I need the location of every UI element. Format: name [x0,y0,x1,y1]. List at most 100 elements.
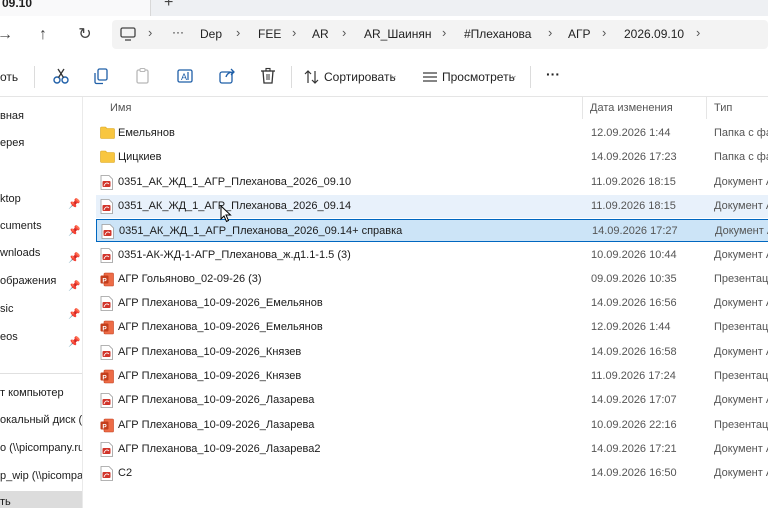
sidebar-item-network[interactable]: ть [0,491,82,508]
paste-icon[interactable] [134,67,152,85]
file-type: Документ А [714,175,768,188]
sidebar-item-this-pc[interactable]: т компьютер [0,382,82,404]
sidebar-item-home[interactable]: вная [0,105,82,127]
file-name: АГР Плеханова_10-09-2026_Лазарева [118,394,315,407]
breadcrumb-more[interactable]: ··· [172,25,184,39]
sidebar-item-downloads[interactable]: wnloads 📌 [0,242,82,264]
sidebar-item-local-disk[interactable]: окальный диск (C [0,409,82,431]
file-date-modified: 14.09.2026 17:07 [591,394,677,407]
column-header-type[interactable]: Тип [714,97,732,119]
sidebar-item-pictures[interactable]: ображения 📌 [0,270,82,292]
forward-icon[interactable]: → [0,24,16,46]
file-name: АГР Плеханова_10-09-2026_Князев [118,345,302,358]
chevron-right-icon: › [292,25,297,40]
sort-ascending-icon: ^ [340,97,345,102]
breadcrumb-fee[interactable]: FEE [258,27,281,41]
file-row[interactable]: P АГР Плеханова_10-09-2026_Лазарева 10.09.… [96,414,768,437]
file-row[interactable]: P АГР Плеханова_10-09-2026_Князев 11.09.20… [96,365,768,388]
chevron-down-icon: ⌄ [390,70,398,80]
sidebar-item-documents[interactable]: cuments 📌 [0,215,82,237]
sidebar-item-gallery[interactable]: ерея [0,132,82,154]
up-arrow-icon[interactable]: ↑ [32,24,54,46]
chevron-right-icon: › [236,25,241,40]
file-date-modified: 14.09.2026 16:58 [591,345,677,358]
window-tab[interactable]: 09.10 [0,0,151,16]
pdf-file-icon [100,393,114,409]
powerpoint-file-icon: P [100,369,114,384]
breadcrumb-plekhanova[interactable]: #Плеханова [464,27,531,41]
file-row[interactable]: АГР Плеханова_10-09-2026_Емельянов 14.09.… [96,292,768,315]
file-date-modified: 10.09.2026 22:16 [591,418,677,431]
file-date-modified: 12.09.2026 1:44 [591,127,671,139]
sidebar-divider [0,373,82,374]
chevron-right-icon: › [442,25,447,40]
chevron-down-icon: ⌄ [510,70,518,80]
view-label: Просмотреть [442,70,515,84]
file-row[interactable]: P АГР Гольяново_02-09-26 (3) 09.09.2026 10… [96,268,768,291]
column-divider[interactable] [582,97,583,119]
powerpoint-file-icon: P [100,320,114,335]
file-type: Документ А [714,442,768,455]
file-row[interactable]: 0351_АК_ЖД_1_АГР_Плеханова_2026_09.14 11.… [96,194,768,218]
pin-icon: 📌 [68,253,81,264]
file-row[interactable]: 0351_АК_ЖД_1_АГР_Плеханова_2026_09.10 11.… [96,171,768,194]
column-header-name[interactable]: Имя [110,97,131,119]
file-row[interactable]: 0351-АК-ЖД-1-АГР_Плеханова_ж.д1.1-1.5 (3… [96,244,768,267]
breadcrumb-ar-shainyan[interactable]: AR_Шаинян [364,27,431,41]
rename-icon[interactable]: A [176,67,194,85]
pdf-file-icon [100,296,114,311]
copy-icon[interactable] [92,67,110,85]
breadcrumb-agr[interactable]: АГР [568,27,591,41]
navigation-bar: → ↑ ↻ › ··· Dep › FEE › AR › AR_Шаинян ›… [0,16,768,54]
file-date-modified: 11.09.2026 18:15 [591,175,676,188]
folder-row[interactable]: Емельянов 12.09.2026 1:44 Папка с фа [96,122,768,145]
file-name: АГР Плеханова_10-09-2026_Емельянов [118,297,323,310]
file-name: 0351_АК_ЖД_1_АГР_Плеханова_2026_09.10 [118,175,352,188]
new-button-label[interactable]: оть [0,66,18,88]
file-type: Документ А [714,394,768,407]
sidebar-item-desktop[interactable]: ktop 📌 [0,188,82,210]
breadcrumb-dep[interactable]: Dep [200,27,222,41]
delete-icon[interactable] [259,67,277,85]
file-type: Документ А [714,467,768,480]
file-type: Презентаци [714,370,768,382]
folder-icon [100,126,115,141]
address-bar[interactable]: › ··· Dep › FEE › AR › AR_Шаинян › #Плех… [112,20,768,49]
new-tab-button[interactable]: + [164,0,173,12]
navigation-pane: вная ерея ktop 📌 cuments 📌 wnloads 📌 ображе… [0,97,83,508]
file-row[interactable]: АГР Плеханова_10-09-2026_Лазарева2 14.09.… [96,438,768,461]
toolbar-divider [34,66,35,88]
file-type: Папка с фа [714,127,768,139]
pin-icon: 📌 [68,281,81,292]
view-button[interactable]: Просмотреть ⌄ [420,66,524,88]
file-row[interactable]: 0351_АК_ЖД_1_АГР_Плеханова_2026_09.14+ с… [96,219,768,243]
sort-button[interactable]: Сортировать ⌄ [302,66,402,88]
file-row[interactable]: С2 14.09.2026 16:50 Документ А [96,462,768,485]
sidebar-item-videos[interactable]: eos 📌 [0,326,82,348]
svg-text:P: P [102,277,107,284]
breadcrumb-date-folder[interactable]: 2026.09.10 [624,27,684,41]
file-name: АГР Плеханова_10-09-2026_Князев [118,370,302,382]
sidebar-item-music[interactable]: sic 📌 [0,298,82,320]
file-name: АГР Плеханова_10-09-2026_Лазарева2 [118,442,321,455]
column-header-date[interactable]: Дата изменения [590,97,673,119]
file-date-modified: 14.09.2026 17:27 [592,225,678,238]
file-row[interactable]: P АГР Плеханова_10-09-2026_Емельянов 12.09… [96,316,768,339]
file-type: Презентаци [714,272,768,285]
file-date-modified: 10.09.2026 10:44 [591,248,677,261]
column-divider[interactable] [706,97,707,119]
sidebar-item-network-drive-1[interactable]: o (\\picompany.ru [0,437,82,459]
more-options-button[interactable]: ··· [546,63,560,85]
breadcrumb-ar[interactable]: AR [312,27,329,41]
file-row[interactable]: АГР Плеханова_10-09-2026_Лазарева 14.09.2… [96,389,768,412]
file-type: Документ А [714,345,768,358]
chevron-right-icon: › [342,25,347,40]
pdf-file-icon [100,344,114,360]
folder-row[interactable]: Цицкиев 14.09.2026 17:23 Папка с фа [96,146,768,169]
refresh-icon[interactable]: ↻ [74,24,96,46]
file-date-modified: 14.09.2026 16:50 [591,467,677,480]
share-icon[interactable] [218,67,236,85]
cut-icon[interactable] [52,67,70,85]
file-row[interactable]: АГР Плеханова_10-09-2026_Князев 14.09.202… [96,341,768,364]
sidebar-item-network-drive-2[interactable]: p_wip (\\picompa [0,465,82,487]
